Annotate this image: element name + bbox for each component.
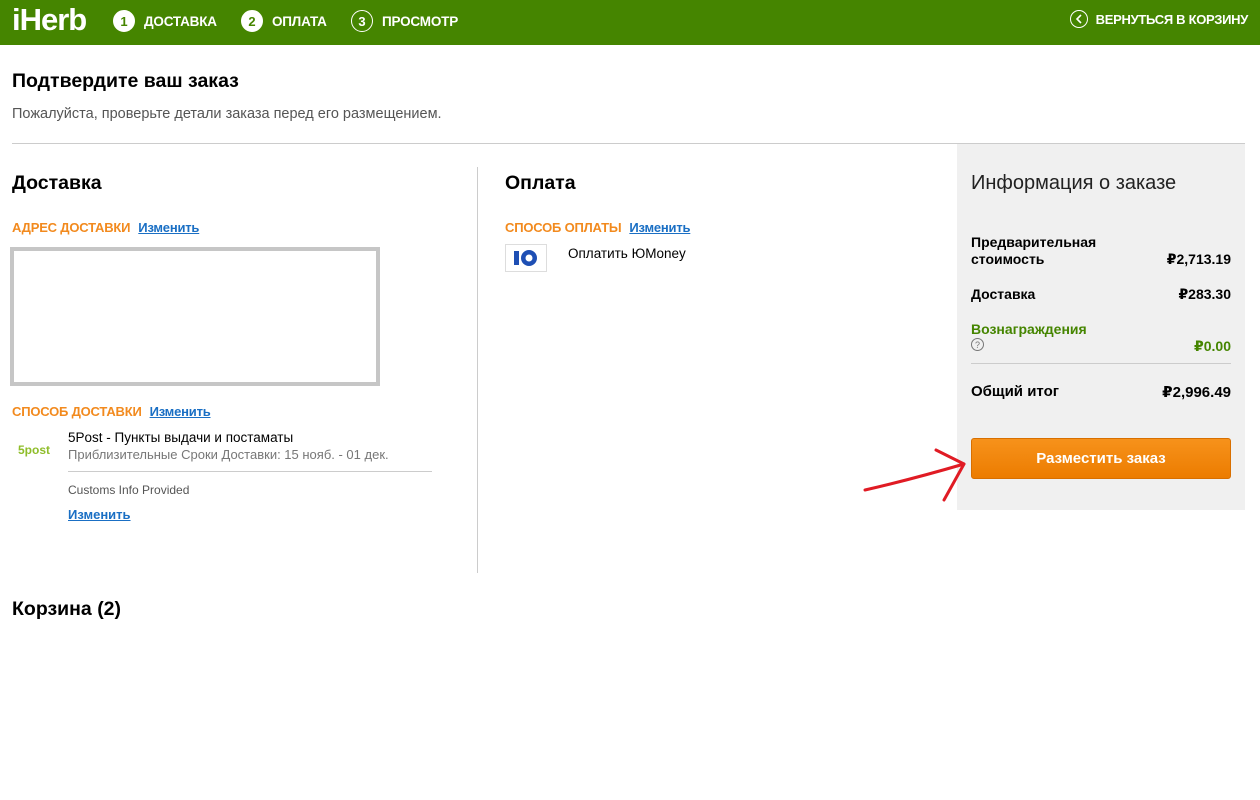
rewards-value: ₽0.00 — [1194, 338, 1231, 354]
shipping-title: Доставка — [12, 172, 102, 194]
back-to-cart-link[interactable]: ВЕРНУТЬСЯ В КОРЗИНУ — [1069, 10, 1249, 28]
payment-method-header: СПОСОБ ОПЛАТЫ Изменить — [505, 220, 691, 235]
change-address-link[interactable]: Изменить — [138, 220, 199, 235]
top-bar: iHerb 1 ДОСТАВКА 2 ОПЛАТА 3 ПРОСМОТР ВЕР… — [0, 0, 1260, 45]
customs-info: Customs Info Provided — [68, 483, 190, 497]
total-label: Общий итог — [971, 383, 1059, 400]
step-label: ОПЛАТА — [272, 13, 327, 29]
change-payment-link[interactable]: Изменить — [629, 220, 690, 235]
step-review[interactable]: 3 ПРОСМОТР — [351, 9, 458, 33]
chevron-left-icon — [1069, 10, 1088, 28]
shipping-cost-label: Доставка — [971, 286, 1036, 302]
cart-title: Корзина (2) — [12, 598, 122, 620]
yoomoney-logo-icon — [505, 244, 547, 272]
step-number: 1 — [113, 10, 135, 32]
step-label: ДОСТАВКА — [144, 13, 217, 29]
divider — [971, 363, 1231, 364]
step-label: ПРОСМОТР — [382, 13, 458, 29]
subtotal-label: Предварительная стоимость — [971, 234, 1097, 267]
change-shipping-method-link[interactable]: Изменить — [150, 404, 211, 419]
back-label: ВЕРНУТЬСЯ В КОРЗИНУ — [1095, 11, 1249, 27]
subtotal-value: ₽2,713.19 — [1166, 251, 1231, 267]
order-summary-title: Информация о заказе — [971, 172, 1177, 194]
step-number: 2 — [241, 10, 263, 32]
delivery-eta: Приблизительные Сроки Доставки: 15 нояб.… — [68, 447, 389, 462]
page-title: Подтвердите ваш заказ — [12, 70, 239, 92]
step-delivery[interactable]: 1 ДОСТАВКА — [113, 9, 217, 33]
shipping-address-header: АДРЕС ДОСТАВКИ Изменить — [12, 220, 199, 235]
annotation-arrow-icon — [863, 448, 966, 502]
column-divider — [477, 167, 478, 573]
payment-title: Оплата — [505, 172, 576, 194]
place-order-button[interactable]: Разместить заказ — [971, 438, 1231, 479]
divider — [68, 471, 432, 472]
payment-method-label: СПОСОБ ОПЛАТЫ — [505, 220, 622, 235]
step-number: 3 — [351, 10, 373, 32]
payment-method-name: Оплатить ЮMoney — [568, 246, 686, 261]
change-customs-link[interactable]: Изменить — [68, 507, 131, 522]
rewards-label: Вознаграждения — [971, 321, 1087, 337]
help-icon[interactable]: ? — [971, 338, 984, 351]
total-value: ₽2,996.49 — [1162, 384, 1231, 401]
shipping-method-label: СПОСОБ ДОСТАВКИ — [12, 404, 142, 419]
carrier-name: 5Post - Пункты выдачи и постаматы — [68, 430, 294, 445]
address-box — [10, 247, 380, 386]
shipping-method-header: СПОСОБ ДОСТАВКИ Изменить — [12, 404, 211, 419]
step-payment[interactable]: 2 ОПЛАТА — [241, 9, 327, 33]
page-subtitle: Пожалуйста, проверьте детали заказа пере… — [12, 106, 442, 122]
carrier-logo: 5post — [18, 443, 51, 457]
iherb-logo[interactable]: iHerb — [12, 2, 87, 38]
shipping-cost-value: ₽283.30 — [1178, 286, 1231, 302]
shipping-address-label: АДРЕС ДОСТАВКИ — [12, 220, 131, 235]
